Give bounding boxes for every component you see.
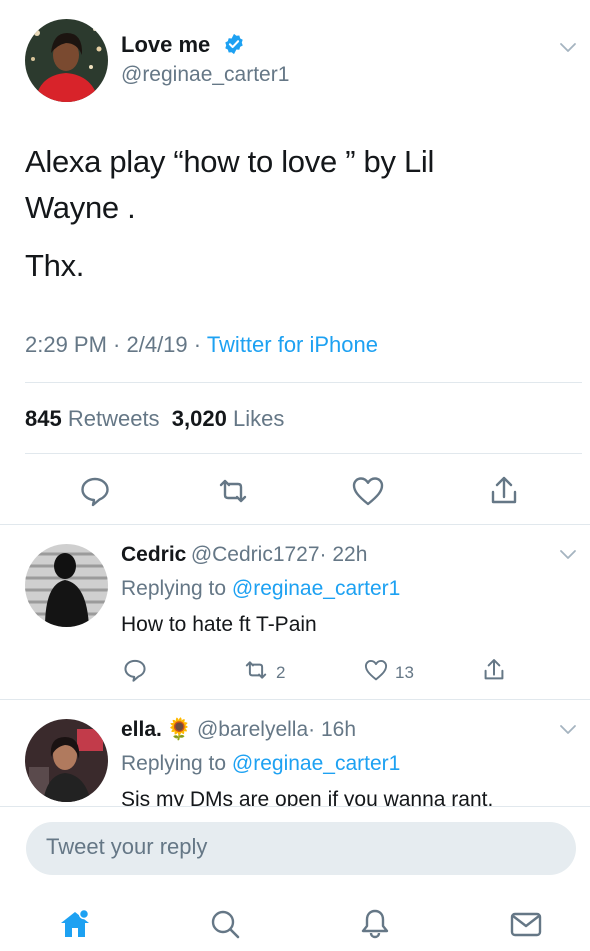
retweet-icon[interactable] — [215, 474, 251, 508]
reply-time: · 16h — [308, 718, 357, 741]
tweet-meta: 2:29 PM · 2/4/19 · Twitter for iPhone — [25, 332, 378, 358]
reply-author-name[interactable]: ella. — [121, 718, 162, 741]
reply-author-handle[interactable]: @Cedric1727 — [191, 543, 320, 566]
reply-header: Cedric @Cedric1727· 22h — [121, 543, 367, 567]
reply-retweet-action[interactable]: 2 — [242, 657, 285, 688]
replying-to-link[interactable]: @reginae_carter1 — [232, 577, 400, 600]
like-count: 13 — [395, 662, 414, 682]
divider — [0, 524, 590, 525]
retweet-count: 2 — [276, 662, 286, 682]
divider — [25, 453, 582, 454]
like-icon[interactable] — [350, 474, 386, 508]
reply-text: How to hate ft T-Pain — [121, 613, 317, 636]
reply-like-action[interactable]: 13 — [363, 657, 414, 688]
tweet-stats: 845 Retweets 3,020 Likes — [25, 406, 284, 432]
likes-stat[interactable]: 3,020 Likes — [172, 406, 285, 431]
reply-icon[interactable] — [78, 474, 112, 508]
replying-to: Replying to @reginae_carter1 — [121, 577, 401, 600]
tweet-text-line: Wayne . — [25, 190, 136, 225]
tweet-text: Alexa play “how to love ” by Lil Wayne .… — [25, 139, 565, 289]
verified-badge-icon — [223, 33, 245, 55]
divider — [0, 806, 590, 807]
like-icon — [363, 657, 389, 688]
messages-icon[interactable] — [508, 906, 544, 942]
author-display-name[interactable]: Love me — [121, 32, 210, 57]
tweet-source-link[interactable]: Twitter for iPhone — [207, 332, 378, 357]
sunflower-emoji: 🌻 — [166, 718, 193, 741]
reply-input[interactable]: Tweet your reply — [26, 822, 576, 875]
author-handle[interactable]: @reginae_carter1 — [121, 63, 289, 87]
reply-author-handle[interactable]: @barelyella — [197, 718, 308, 741]
chevron-down-icon[interactable] — [557, 543, 579, 565]
notifications-icon[interactable] — [357, 906, 393, 942]
replying-to-link[interactable]: @reginae_carter1 — [232, 752, 400, 775]
replying-to: Replying to @reginae_carter1 — [121, 752, 401, 775]
chevron-down-icon[interactable] — [557, 718, 579, 740]
reply-icon[interactable] — [122, 657, 148, 683]
reply-header: ella. 🌻 @barelyella· 16h — [121, 718, 356, 742]
retweet-icon — [242, 657, 270, 688]
divider — [25, 382, 582, 383]
author-name[interactable]: Love me — [121, 32, 210, 58]
home-icon[interactable] — [57, 906, 93, 942]
chevron-down-icon[interactable] — [557, 36, 579, 58]
tweet-text-line: Alexa play “how to love ” by Lil — [25, 144, 435, 179]
divider — [0, 699, 590, 700]
author-avatar[interactable] — [25, 19, 108, 102]
reply-author-name[interactable]: Cedric — [121, 543, 186, 566]
share-icon[interactable] — [481, 657, 507, 683]
search-icon[interactable] — [207, 906, 243, 942]
reply-avatar[interactable] — [25, 719, 108, 802]
share-icon[interactable] — [487, 474, 521, 508]
tweet-timestamp[interactable]: 2:29 PM · 2/4/19 · — [25, 332, 207, 357]
tweet-text-line: Thx. — [25, 248, 85, 283]
reply-time: · 22h — [319, 543, 368, 566]
retweets-stat[interactable]: 845 Retweets — [25, 406, 160, 431]
reply-avatar[interactable] — [25, 544, 108, 627]
